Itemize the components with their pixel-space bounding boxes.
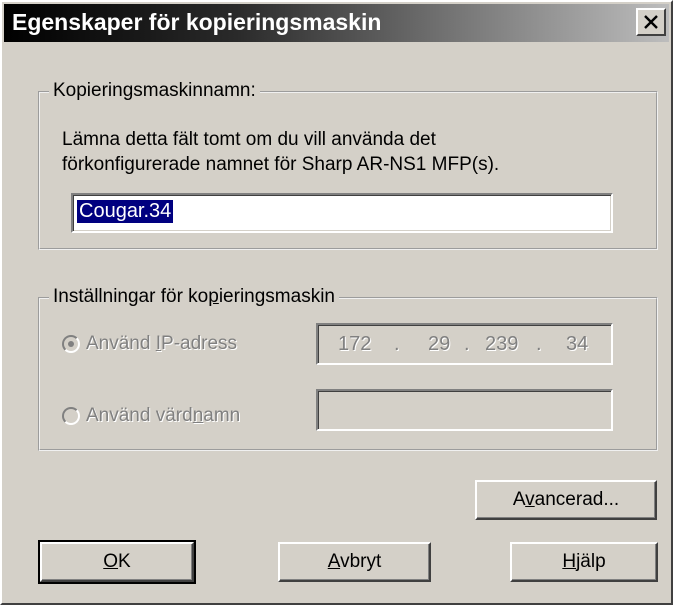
copier-settings-group: Inställningar för kopieringsmaskin Använ… <box>38 286 658 451</box>
title-bar[interactable]: Egenskaper för kopieringsmaskin <box>4 4 669 42</box>
ip-separator: . <box>536 333 542 355</box>
close-icon <box>644 15 658 29</box>
radio-unselected-icon <box>62 407 80 425</box>
ip-octet-3: 239 <box>485 333 519 355</box>
ip-octet-4: 34 <box>566 333 589 355</box>
ip-address-field[interactable]: 172 . 29 . 239 . 34 <box>316 323 613 365</box>
description-line-1: Lämna detta fält tomt om du vill använda… <box>62 129 436 150</box>
cancel-button[interactable]: Avbryt <box>278 542 431 582</box>
help-button[interactable]: Hjälp <box>510 542 658 582</box>
use-ip-address-label: Använd IP-adress <box>86 333 238 354</box>
window-title: Egenskaper för kopieringsmaskin <box>12 9 382 35</box>
copier-settings-legend: Inställningar för kopieringsmaskin <box>49 286 339 308</box>
copier-name-description: Lämna detta fält tomt om du vill använda… <box>62 127 499 177</box>
use-ip-address-radio[interactable]: Använd IP-adress <box>62 333 237 355</box>
use-hostname-label: Använd värdnamn <box>86 405 241 426</box>
properties-dialog: Egenskaper för kopieringsmaskin Kopierin… <box>0 0 673 605</box>
hostname-field[interactable] <box>316 389 613 431</box>
advanced-button[interactable]: Avancerad... <box>475 480 657 520</box>
ip-separator: . <box>464 333 470 355</box>
use-hostname-radio[interactable]: Använd värdnamn <box>62 405 240 427</box>
description-line-2: förkonfigurerade namnet för Sharp AR-NS1… <box>62 154 500 175</box>
copier-name-group: Kopieringsmaskinnamn: Lämna detta fält t… <box>38 80 658 250</box>
ip-octet-2: 29 <box>428 333 451 355</box>
ok-button[interactable]: OK <box>38 540 196 584</box>
copier-name-legend: Kopieringsmaskinnamn: <box>49 80 260 102</box>
ip-separator: . <box>394 333 400 355</box>
close-button[interactable] <box>636 8 666 36</box>
radio-selected-icon <box>62 335 80 353</box>
copier-name-value: Cougar.34 <box>77 200 174 223</box>
ip-octet-1: 172 <box>338 333 372 355</box>
copier-name-input[interactable]: Cougar.34 <box>71 193 613 233</box>
